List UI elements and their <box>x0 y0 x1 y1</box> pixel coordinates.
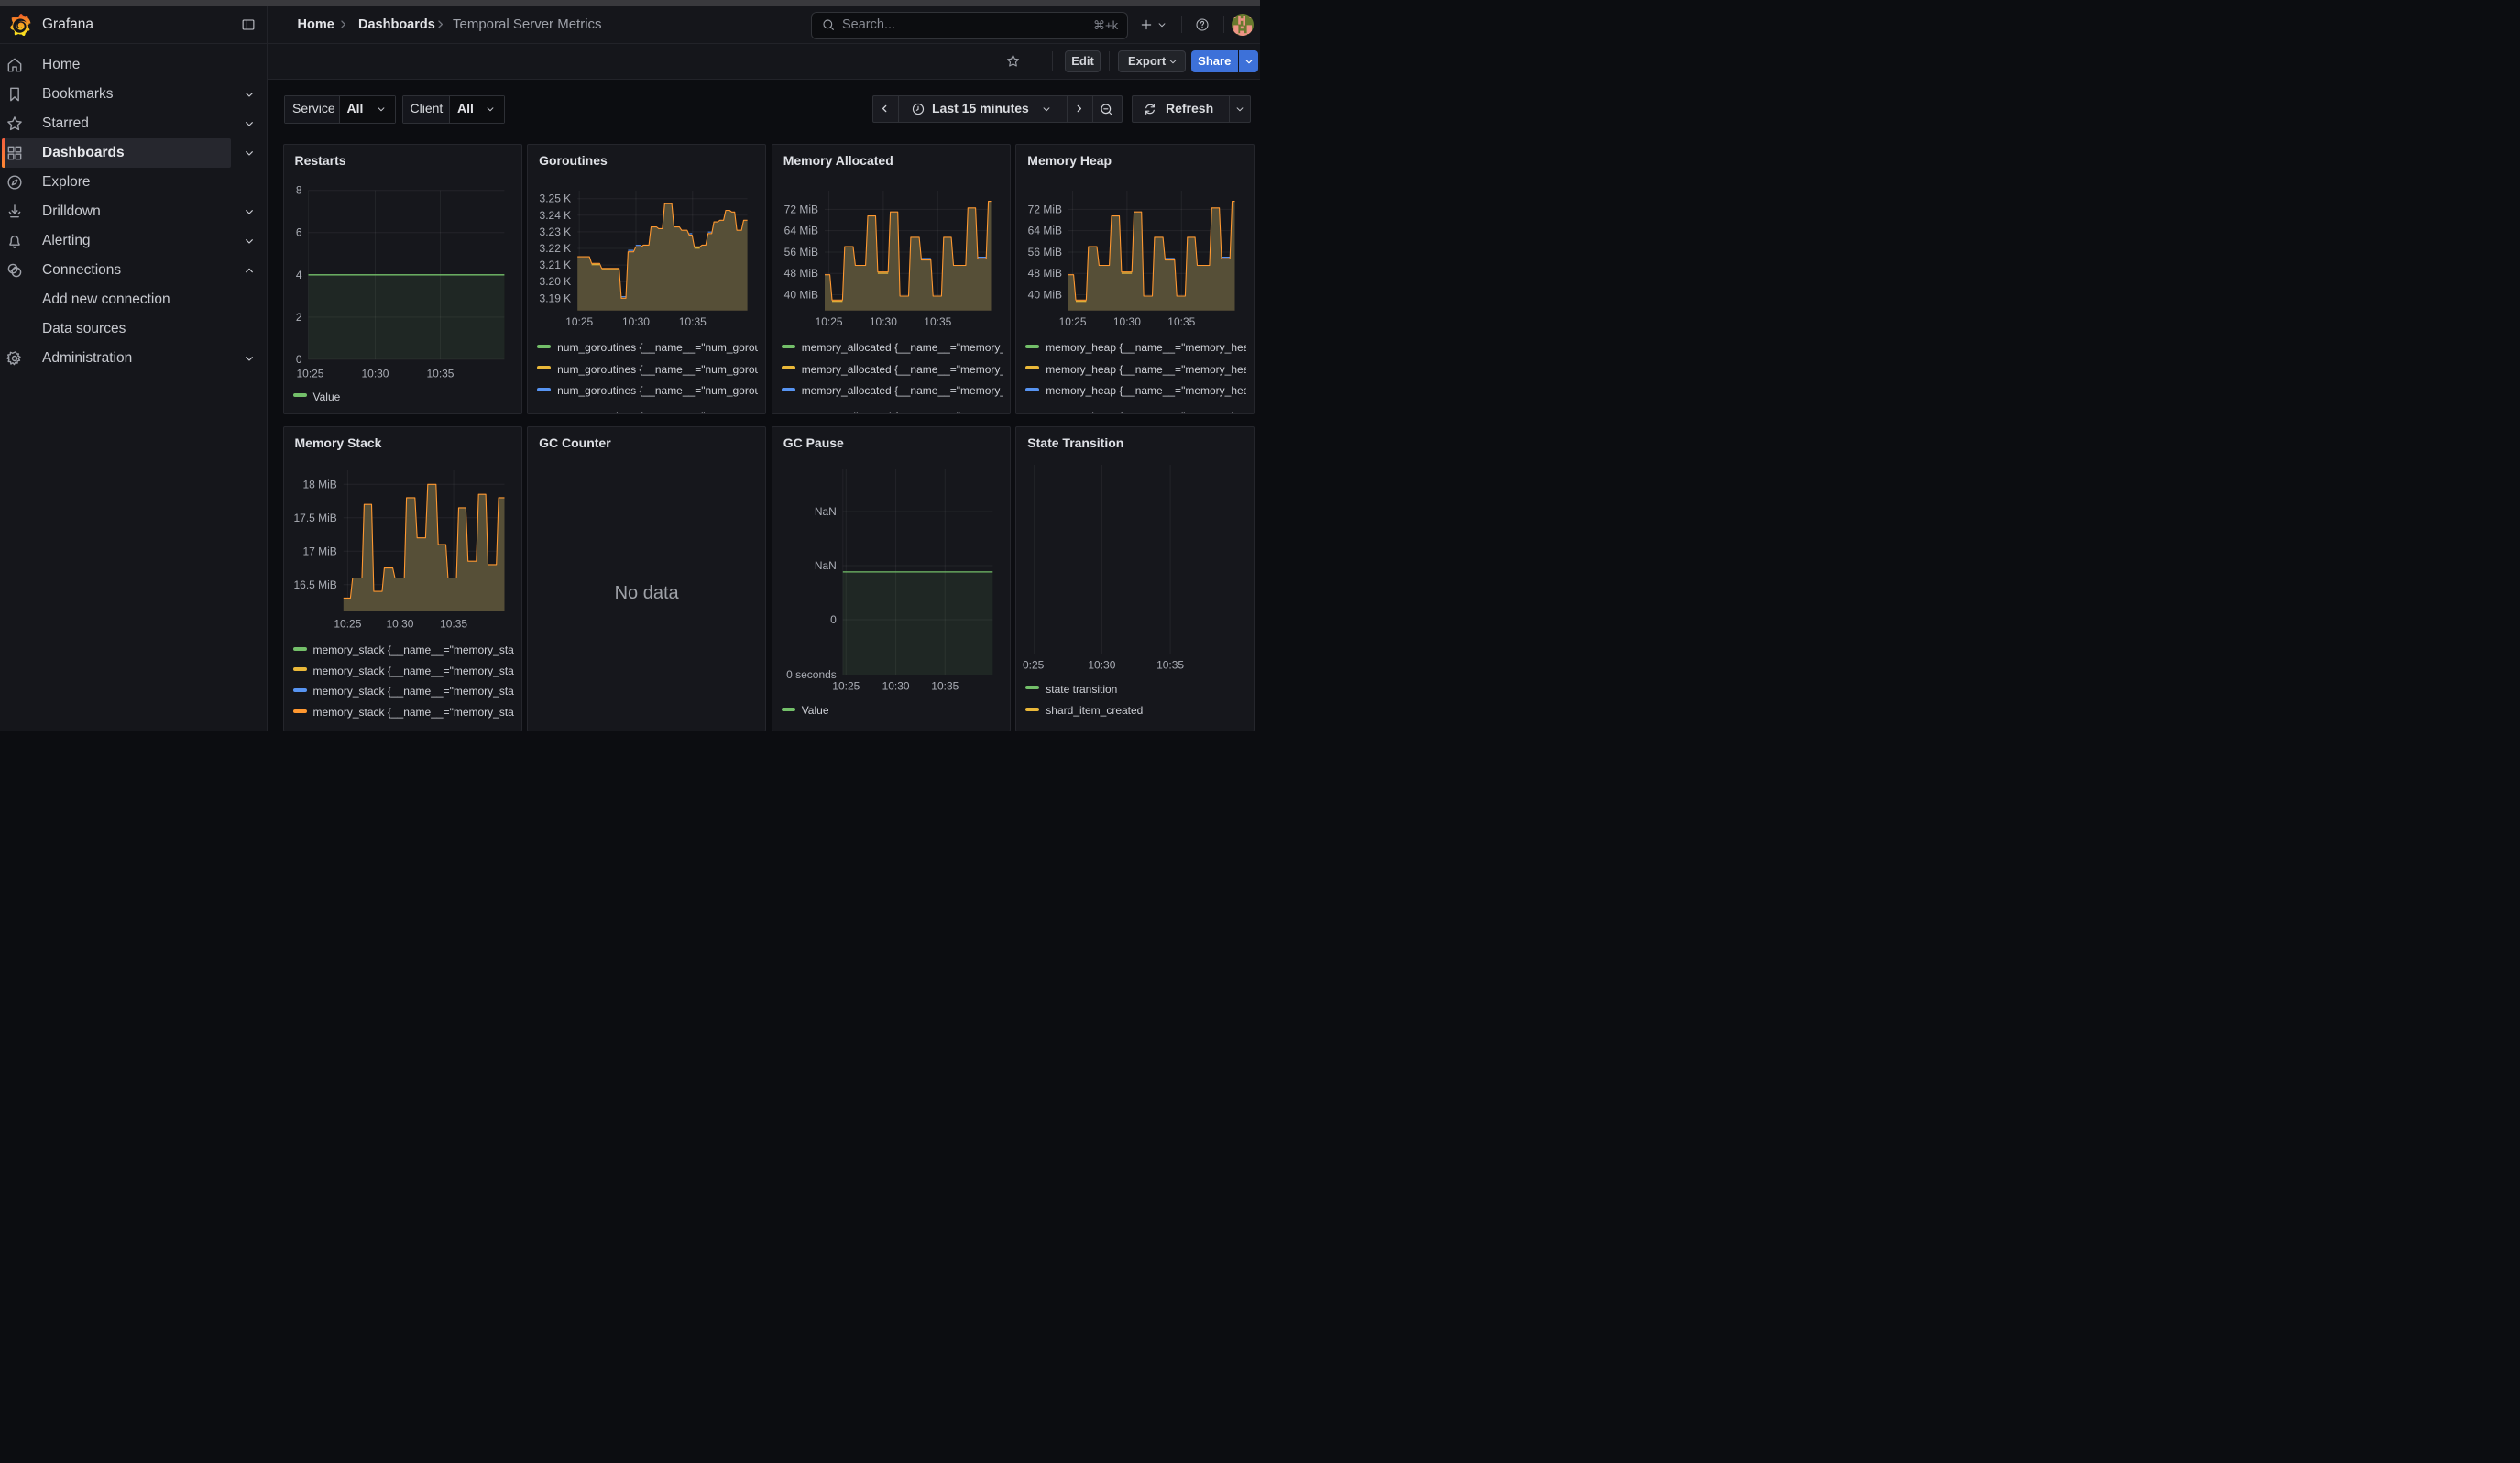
svg-text:72 MiB: 72 MiB <box>1028 203 1062 215</box>
svg-text:10:30: 10:30 <box>882 679 909 692</box>
svg-text:64 MiB: 64 MiB <box>783 225 817 237</box>
svg-text:10:25: 10:25 <box>334 617 361 630</box>
svg-text:3.23 K: 3.23 K <box>540 226 572 238</box>
svg-text:17 MiB: 17 MiB <box>302 544 336 557</box>
svg-text:10:25: 10:25 <box>815 315 842 328</box>
svg-text:10:35: 10:35 <box>679 315 707 328</box>
svg-text:10:25: 10:25 <box>832 679 860 692</box>
svg-text:10:35: 10:35 <box>1168 315 1196 328</box>
svg-text:48 MiB: 48 MiB <box>783 267 817 280</box>
svg-text:3.25 K: 3.25 K <box>540 192 572 205</box>
svg-text:NaN: NaN <box>815 505 837 518</box>
svg-text:0 seconds: 0 seconds <box>786 668 837 681</box>
svg-text:10:25: 10:25 <box>296 367 323 380</box>
svg-text:16.5 MiB: 16.5 MiB <box>293 578 336 591</box>
svg-text:NaN: NaN <box>815 559 837 572</box>
svg-text:10:35: 10:35 <box>1156 658 1184 671</box>
svg-text:0: 0 <box>295 353 301 366</box>
svg-text:2: 2 <box>295 311 301 324</box>
svg-text:10:25: 10:25 <box>1059 315 1087 328</box>
svg-text:56 MiB: 56 MiB <box>1028 246 1062 258</box>
svg-text:10:35: 10:35 <box>931 679 959 692</box>
svg-text:10:35: 10:35 <box>426 367 454 380</box>
svg-text:3.24 K: 3.24 K <box>540 209 572 222</box>
svg-text:0: 0 <box>830 613 837 626</box>
svg-text:40 MiB: 40 MiB <box>1028 288 1062 301</box>
svg-text:6: 6 <box>295 226 301 239</box>
svg-text:17.5 MiB: 17.5 MiB <box>293 512 336 524</box>
svg-text:40 MiB: 40 MiB <box>783 288 817 301</box>
svg-text:3.20 K: 3.20 K <box>540 275 572 288</box>
svg-text:3.21 K: 3.21 K <box>540 258 572 271</box>
svg-text:0:25: 0:25 <box>1023 658 1045 671</box>
svg-text:10:35: 10:35 <box>924 315 951 328</box>
svg-text:10:30: 10:30 <box>870 315 897 328</box>
svg-text:18 MiB: 18 MiB <box>302 478 336 490</box>
svg-text:64 MiB: 64 MiB <box>1028 225 1062 237</box>
svg-text:10:30: 10:30 <box>386 617 413 630</box>
svg-text:10:30: 10:30 <box>361 367 389 380</box>
svg-text:3.19 K: 3.19 K <box>540 292 572 304</box>
svg-text:72 MiB: 72 MiB <box>783 203 817 215</box>
svg-text:10:35: 10:35 <box>440 617 467 630</box>
svg-text:3.22 K: 3.22 K <box>540 242 572 255</box>
svg-text:10:30: 10:30 <box>1089 658 1116 671</box>
svg-text:56 MiB: 56 MiB <box>783 246 817 258</box>
svg-text:10:25: 10:25 <box>565 315 593 328</box>
svg-text:8: 8 <box>295 184 301 197</box>
svg-text:10:30: 10:30 <box>622 315 650 328</box>
svg-text:10:30: 10:30 <box>1113 315 1141 328</box>
svg-text:48 MiB: 48 MiB <box>1028 267 1062 280</box>
svg-text:4: 4 <box>295 269 301 281</box>
